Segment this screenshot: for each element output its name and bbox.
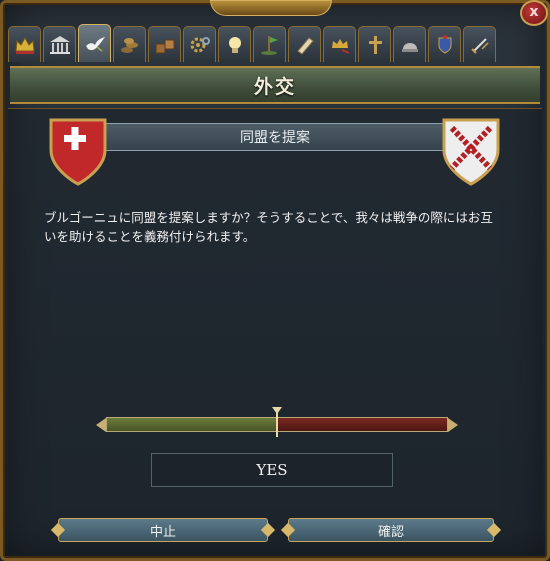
dove-icon [85, 36, 105, 52]
tab-missions[interactable] [253, 26, 286, 62]
crown-rival-icon [331, 38, 349, 54]
tab-trade[interactable] [148, 26, 181, 62]
tab-religion[interactable] [358, 26, 391, 62]
tab-court[interactable] [43, 26, 76, 62]
proposal-title-banner: 同盟を提案 [95, 123, 455, 151]
confirm-button[interactable]: 確認 [288, 518, 494, 542]
tab-diplomacy[interactable] [78, 24, 111, 62]
cross-icon [368, 35, 382, 54]
tab-ideas[interactable] [218, 26, 251, 62]
tab-economy[interactable] [113, 26, 146, 62]
target-shield-icon [442, 118, 500, 186]
tab-decisions[interactable] [288, 26, 321, 62]
cancel-button-label: 中止 [149, 524, 176, 540]
acceptance-negative-segment [278, 418, 447, 431]
proposal-description: ブルゴーニュに同盟を提案しますか？そうすることで、我々は戦争の際にはお互いを助け… [44, 210, 493, 244]
tab-military[interactable] [393, 26, 426, 62]
tab-crown[interactable] [8, 26, 41, 62]
window-title-bar: 外交 [10, 66, 540, 104]
acceptance-result-text: YES [256, 461, 288, 479]
sword-icon [470, 37, 489, 54]
gear-icon [190, 36, 210, 52]
acceptance-bar [96, 407, 458, 437]
coat-of-arms-icon [438, 34, 451, 54]
window-title: 外交 [253, 75, 296, 98]
acceptance-positive-segment [107, 418, 278, 431]
proposal-title: 同盟を提案 [240, 130, 310, 146]
coins-icon [120, 37, 138, 53]
crown-icon [14, 36, 35, 54]
lightbulb-icon [228, 36, 241, 53]
flag-icon [260, 35, 278, 55]
tab-war[interactable] [463, 26, 496, 62]
top-ornament [210, 0, 332, 16]
close-button[interactable]: x [520, 0, 548, 26]
confirm-button-label: 確認 [377, 524, 404, 540]
acceptance-result: YES [151, 453, 393, 487]
bar-right-cap [448, 418, 458, 432]
court-icon [49, 35, 70, 54]
player-shield-icon [49, 118, 107, 186]
tab-subjects[interactable] [428, 26, 461, 62]
helmet-icon [401, 42, 418, 52]
crates-icon [155, 39, 174, 53]
acceptance-marker [272, 407, 282, 437]
tab-estates[interactable] [323, 26, 356, 62]
tab-production[interactable] [183, 26, 216, 62]
tab-bar [8, 24, 544, 64]
bar-left-cap [96, 418, 106, 432]
cancel-button[interactable]: 中止 [58, 518, 268, 542]
scroll-icon [296, 36, 314, 55]
